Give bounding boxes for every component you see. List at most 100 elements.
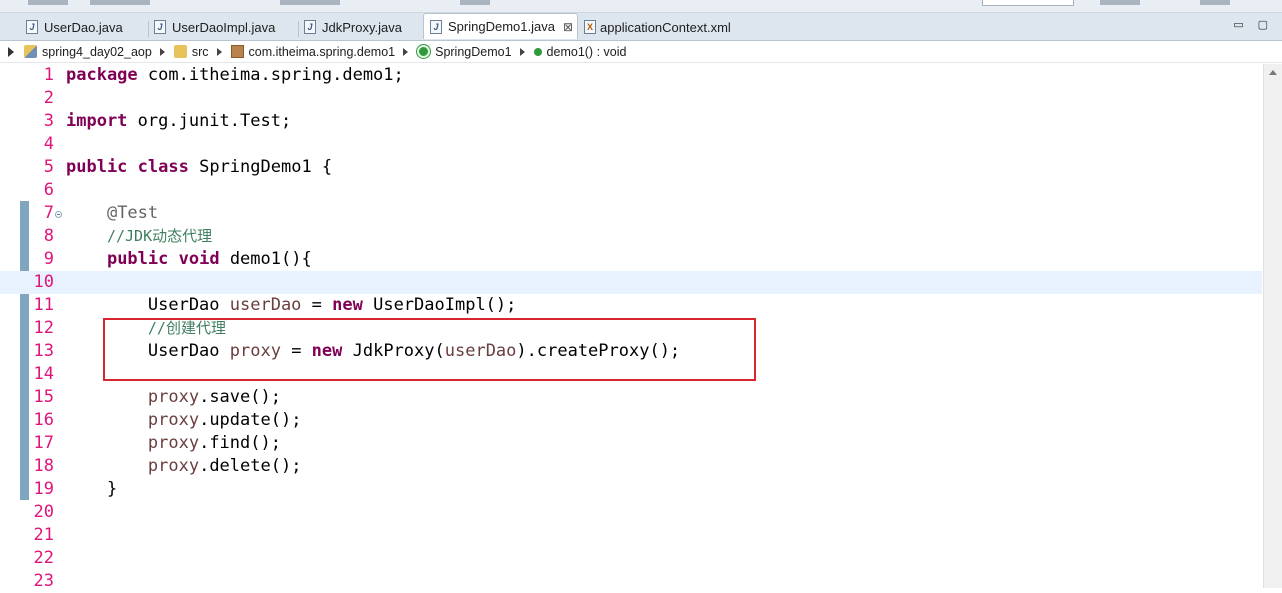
toolbar-fragment[interactable]	[28, 0, 68, 5]
breadcrumb-item-class[interactable]: SpringDemo1	[417, 45, 533, 59]
toolbar-fragment[interactable]	[460, 0, 490, 5]
code-line[interactable]: 19 }	[0, 478, 1262, 501]
code-text[interactable]: UserDao userDao = new UserDaoImpl();	[66, 294, 517, 317]
line-number: 1	[43, 65, 54, 85]
highlight-annotation-box	[103, 318, 756, 381]
breadcrumb-label: SpringDemo1	[435, 44, 512, 59]
code-line[interactable]: 18 proxy.delete();	[0, 455, 1262, 478]
toolbar-fragment[interactable]	[90, 0, 150, 5]
code-line[interactable]: 22	[0, 547, 1262, 570]
breadcrumb-label: src	[191, 44, 209, 59]
java-file-icon: J	[26, 20, 38, 34]
vertical-scrollbar[interactable]	[1263, 64, 1282, 588]
line-number: 20	[33, 502, 54, 522]
breadcrumb: spring4_day02_aop src com.itheima.spring…	[0, 41, 1282, 63]
code-editor[interactable]: 1 package com.itheima.spring.demo1; 2 3 …	[0, 64, 1282, 591]
code-line[interactable]: 3 import org.junit.Test;	[0, 110, 1262, 133]
line-number: 11	[33, 295, 54, 315]
chevron-right-icon	[403, 47, 409, 56]
line-number: 16	[33, 410, 54, 430]
tab-label: applicationContext.xml	[600, 19, 731, 35]
code-text[interactable]: public void demo1(){	[66, 248, 312, 271]
line-number: 23	[33, 571, 54, 591]
minimize-icon[interactable]: ▭	[1233, 18, 1243, 31]
chevron-right-icon	[519, 47, 525, 56]
code-line[interactable]: 9 public void demo1(){	[0, 248, 1262, 271]
code-text[interactable]: proxy.save();	[66, 386, 281, 409]
line-number: 8	[43, 226, 54, 246]
code-text[interactable]: //JDK动态代理	[66, 225, 212, 248]
tab-jdkproxy[interactable]: J JdkProxy.java	[298, 15, 422, 39]
code-text[interactable]: import org.junit.Test;	[66, 110, 291, 133]
code-text[interactable]: }	[66, 478, 117, 501]
tab-userdao[interactable]: J UserDao.java	[20, 15, 148, 39]
line-number: 22	[33, 548, 54, 568]
maximize-icon[interactable]: ▢	[1258, 18, 1268, 31]
java-file-icon: J	[154, 20, 166, 34]
code-text[interactable]: @Test	[66, 202, 158, 225]
code-line[interactable]: 20	[0, 501, 1262, 524]
tab-springdemo1[interactable]: J SpringDemo1.java ⊠	[423, 13, 578, 39]
code-line[interactable]: 5 public class SpringDemo1 {	[0, 156, 1262, 179]
line-number: 9	[43, 249, 54, 269]
code-line[interactable]: 17 proxy.find();	[0, 432, 1262, 455]
line-number: 21	[33, 525, 54, 545]
code-text[interactable]: proxy.delete();	[66, 455, 302, 478]
breadcrumb-label: demo1() : void	[546, 44, 627, 59]
code-text[interactable]: package com.itheima.spring.demo1;	[66, 64, 404, 87]
tab-userdaoimpl[interactable]: J UserDaoImpl.java	[148, 15, 298, 39]
breadcrumb-item-src[interactable]: src	[173, 44, 231, 59]
line-number: 7	[43, 203, 54, 223]
class-icon	[417, 45, 431, 58]
method-icon	[533, 47, 542, 56]
scroll-up-icon[interactable]	[1269, 70, 1277, 75]
code-line[interactable]: 1 package com.itheima.spring.demo1;	[0, 64, 1262, 87]
line-number: 2	[43, 88, 54, 108]
line-number: 3	[43, 111, 54, 131]
code-line[interactable]: 11 UserDao userDao = new UserDaoImpl();	[0, 294, 1262, 317]
toolbar-fragment[interactable]	[1100, 0, 1140, 5]
code-line[interactable]: 16 proxy.update();	[0, 409, 1262, 432]
breadcrumb-item-package[interactable]: com.itheima.spring.demo1	[230, 45, 418, 59]
java-file-icon: J	[430, 19, 442, 34]
code-text[interactable]: proxy.update();	[66, 409, 302, 432]
tab-label: UserDaoImpl.java	[172, 19, 276, 35]
package-icon	[230, 45, 244, 58]
close-icon[interactable]: ⊠	[563, 20, 573, 34]
xml-file-icon: X	[584, 20, 596, 34]
quick-access-field[interactable]	[982, 0, 1074, 6]
breadcrumb-label: spring4_day02_aop	[42, 44, 152, 59]
java-file-icon: J	[304, 20, 316, 34]
code-line[interactable]: 7 @Test	[0, 202, 1262, 225]
code-text[interactable]: proxy.find();	[66, 432, 281, 455]
code-line[interactable]: 21	[0, 524, 1262, 547]
code-line[interactable]: 8 //JDK动态代理	[0, 225, 1262, 248]
fold-collapse-icon[interactable]	[55, 211, 62, 218]
breadcrumb-item-method[interactable]: demo1() : void	[533, 44, 627, 59]
line-number: 5	[43, 157, 54, 177]
line-number: 17	[33, 433, 54, 453]
toolbar-fragment[interactable]	[280, 0, 340, 5]
code-line[interactable]: 15 proxy.save();	[0, 386, 1262, 409]
tab-label: SpringDemo1.java	[448, 19, 555, 34]
code-line[interactable]: 23	[0, 570, 1262, 593]
project-icon	[24, 45, 37, 58]
line-number: 4	[43, 134, 54, 154]
breadcrumb-expand-icon[interactable]	[8, 47, 14, 57]
chevron-right-icon	[159, 47, 165, 56]
source-folder-icon	[173, 45, 187, 58]
line-number: 19	[33, 479, 54, 499]
code-line[interactable]: 2	[0, 87, 1262, 110]
tab-applicationcontext[interactable]: X applicationContext.xml	[578, 15, 748, 39]
line-number: 13	[33, 341, 54, 361]
tab-label: JdkProxy.java	[322, 19, 402, 35]
code-line[interactable]: 6	[0, 179, 1262, 202]
code-text[interactable]: public class SpringDemo1 {	[66, 156, 332, 179]
tab-label: UserDao.java	[44, 19, 123, 35]
breadcrumb-item-project[interactable]: spring4_day02_aop	[24, 45, 174, 59]
main-toolbar	[0, 0, 1282, 13]
current-code-line[interactable]: 10	[0, 271, 1262, 294]
code-line[interactable]: 4	[0, 133, 1262, 156]
line-number: 14	[33, 364, 54, 384]
toolbar-fragment[interactable]	[1200, 0, 1230, 5]
